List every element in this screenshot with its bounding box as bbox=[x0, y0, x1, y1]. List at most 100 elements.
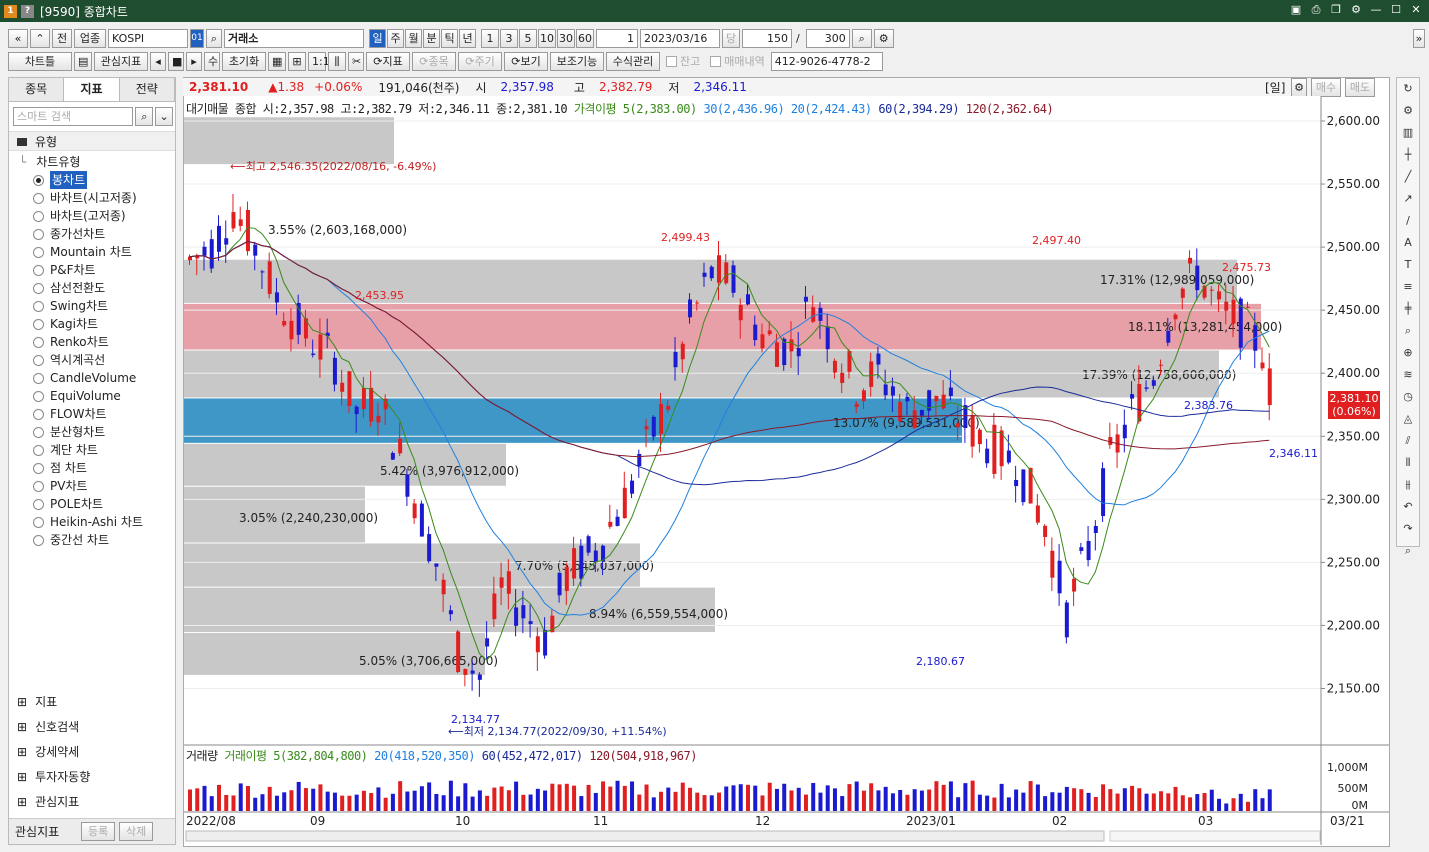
candle-body bbox=[1231, 299, 1236, 324]
undo-icon[interactable]: ↶ bbox=[1397, 496, 1419, 518]
volume-bar bbox=[1006, 797, 1011, 811]
candle-body bbox=[274, 292, 279, 303]
volume-bar bbox=[231, 795, 236, 811]
magnifier-icon[interactable]: ⌕ bbox=[1397, 320, 1419, 342]
candle-body bbox=[303, 318, 308, 339]
volume-profile-bar bbox=[184, 259, 1237, 303]
candle-body bbox=[774, 342, 779, 367]
volume-bar bbox=[1159, 791, 1164, 811]
grid-lines-icon[interactable]: ⫵ bbox=[1397, 474, 1419, 496]
columns-icon[interactable]: ⫴ bbox=[1397, 452, 1419, 474]
candle-body bbox=[586, 536, 591, 553]
candle-body bbox=[1159, 364, 1164, 366]
candle-body bbox=[282, 320, 287, 326]
price-axis-label: 2,550.00 bbox=[1327, 177, 1380, 191]
price-axis-label: 2,250.00 bbox=[1327, 555, 1380, 569]
volume-bar bbox=[543, 790, 548, 811]
gann-icon[interactable]: ◬ bbox=[1397, 408, 1419, 430]
cycle-icon[interactable]: ◷ bbox=[1397, 386, 1419, 408]
volume-bar bbox=[1137, 788, 1142, 811]
zoom-icon[interactable]: ⊕ bbox=[1397, 342, 1419, 364]
candle-body bbox=[869, 361, 874, 387]
volume-bar bbox=[1260, 798, 1265, 811]
line-icon[interactable]: / bbox=[1397, 210, 1419, 232]
volume-bar bbox=[398, 781, 403, 811]
candle-body bbox=[1267, 368, 1272, 406]
search-icon[interactable]: ⌕ bbox=[1397, 540, 1419, 562]
redo-icon[interactable]: ↷ bbox=[1397, 518, 1419, 540]
volume-bar bbox=[202, 785, 207, 811]
volume-bar bbox=[782, 783, 787, 811]
candle-body bbox=[1086, 540, 1091, 561]
candle-body bbox=[463, 668, 468, 675]
candle-body bbox=[579, 545, 584, 579]
candle-body bbox=[499, 577, 504, 588]
volume-bar bbox=[651, 797, 656, 811]
channel-icon[interactable]: ⫽ bbox=[1397, 430, 1419, 452]
volume-bar bbox=[1202, 793, 1207, 811]
price-annotation: ⟵최저 2,134.77(2022/09/30, +11.54%) bbox=[448, 725, 667, 738]
candle-body bbox=[224, 238, 229, 245]
gear-icon[interactable]: ⚙ bbox=[1397, 100, 1419, 122]
volume-bar bbox=[1043, 796, 1048, 811]
volume-bar bbox=[499, 786, 504, 811]
candle-body bbox=[543, 630, 548, 656]
volume-bar bbox=[1014, 789, 1019, 811]
volume-bar bbox=[1217, 798, 1222, 811]
horizontal-scrollbar bbox=[185, 830, 1105, 842]
price-axis-label: 2,200.00 bbox=[1327, 618, 1380, 632]
volume-profile-label: 5.05% (3,706,665,000) bbox=[359, 654, 498, 668]
fib-icon[interactable]: ≋ bbox=[1397, 364, 1419, 386]
candle-body bbox=[919, 409, 924, 416]
all-icon[interactable]: ≡ bbox=[1397, 276, 1419, 298]
volume-profile-label: 5.42% (3,976,912,000) bbox=[380, 464, 519, 478]
legend-vol-ma60: 60(452,472,017) bbox=[481, 749, 583, 763]
legend-ma30: 30(2,436.96) bbox=[703, 102, 785, 116]
candle-body bbox=[738, 305, 743, 321]
volume-bar bbox=[789, 790, 794, 811]
candle-body bbox=[340, 382, 345, 392]
crosshair-icon[interactable]: ┼ bbox=[1397, 144, 1419, 166]
candle-icon[interactable]: ╪ bbox=[1397, 298, 1419, 320]
candle-body bbox=[666, 405, 671, 410]
bar-chart-icon[interactable]: ▥ bbox=[1397, 122, 1419, 144]
volume-bar bbox=[419, 786, 424, 811]
volume-bar bbox=[390, 793, 395, 811]
candle-body bbox=[419, 503, 424, 537]
x-axis-label: 2022/08 bbox=[186, 814, 236, 828]
x-axis-label: 03 bbox=[1198, 814, 1213, 828]
volume-bar bbox=[1224, 803, 1229, 811]
volume-profile-label: 3.05% (2,240,230,000) bbox=[239, 511, 378, 525]
candle-body bbox=[912, 410, 917, 428]
trend-icon[interactable]: ╱ bbox=[1397, 166, 1419, 188]
candle-body bbox=[1093, 525, 1098, 533]
text-icon[interactable]: T bbox=[1397, 254, 1419, 276]
volume-bar bbox=[274, 795, 279, 811]
volume-bar bbox=[760, 795, 765, 811]
x-axis-label: 11 bbox=[593, 814, 608, 828]
candle-body bbox=[441, 579, 446, 595]
volume-bar bbox=[673, 791, 678, 811]
candle-body bbox=[245, 210, 250, 252]
volume-bar bbox=[767, 782, 772, 811]
volume-bar bbox=[1253, 789, 1258, 811]
volume-bar bbox=[318, 784, 323, 811]
price-annotation: 2,453.95 bbox=[355, 289, 404, 302]
volume-bar bbox=[1035, 784, 1040, 811]
candle-body bbox=[470, 670, 475, 674]
volume-bar bbox=[550, 783, 555, 811]
volume-bar bbox=[601, 781, 606, 811]
refresh-icon[interactable]: ↻ bbox=[1397, 78, 1419, 100]
arrow-icon[interactable]: ↗ bbox=[1397, 188, 1419, 210]
candle-body bbox=[260, 271, 265, 273]
candle-body bbox=[717, 255, 722, 283]
volume-bar bbox=[985, 795, 990, 811]
volume-bar bbox=[811, 783, 816, 811]
candle-body bbox=[296, 302, 301, 335]
volume-bar bbox=[412, 790, 417, 811]
volume-bar bbox=[586, 784, 591, 811]
volume-axis-label: 1,000M bbox=[1327, 761, 1368, 774]
volume-bar bbox=[448, 780, 453, 811]
price-annotation: 2,383.76 bbox=[1184, 399, 1233, 412]
auto-icon[interactable]: A bbox=[1397, 232, 1419, 254]
